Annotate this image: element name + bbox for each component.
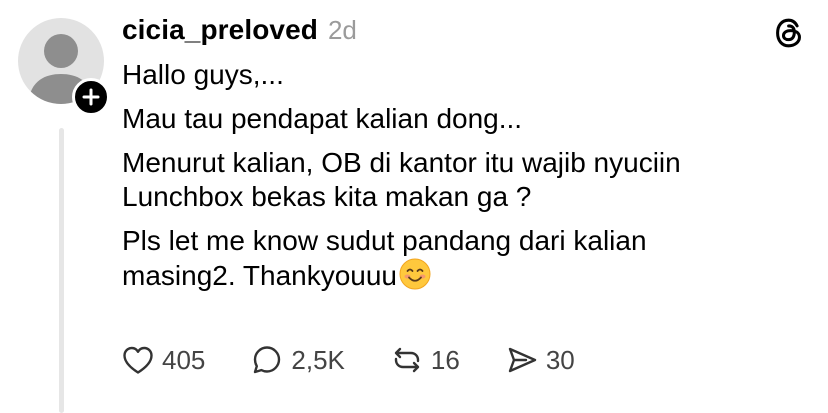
share-count: 30 [545,344,575,375]
post-line: Hallo guys,... [122,59,284,90]
repost-icon [394,347,420,373]
comment-count: 2,5K [291,344,345,375]
post-line: masing2. Thankyouuu [122,260,397,291]
post-body: Hallo guys,... Mau tau pendapat kalian d… [122,58,812,303]
thread-line [59,128,64,413]
share-button[interactable]: 30 [506,344,575,376]
post-actions: 405 2,5K 16 30 [122,342,621,378]
post-line: Pls let me know sudut pandang dari kalia… [122,225,647,256]
like-button[interactable]: 405 [122,345,205,376]
timestamp[interactable]: 2d [328,15,357,46]
post-line: Menurut kalian, OB di kantor itu wajib n… [122,147,681,178]
threads-logo-icon[interactable] [770,14,808,52]
post-line: Lunchbox bekas kita makan ga ? [122,181,532,212]
post-line: Mau tau pendapat kalian dong... [122,103,523,134]
plus-icon [82,88,100,106]
comment-button[interactable]: 2,5K [251,344,345,376]
send-icon [508,347,537,373]
repost-button[interactable]: 16 [391,344,460,376]
username[interactable]: cicia_preloved [122,14,318,46]
heart-icon [123,346,153,374]
follow-button[interactable] [72,78,110,116]
post-line-with-emoji: masing2. Thankyouuu [122,258,812,293]
post-header: cicia_preloved 2d [122,14,357,50]
post-paragraph: Hallo guys,... [122,58,812,92]
post-paragraph: Mau tau pendapat kalian dong... [122,102,812,136]
comment-bubble-icon [254,346,281,374]
smiling-face-emoji [399,258,431,290]
post-paragraph: Menurut kalian, OB di kantor itu wajib n… [122,146,812,214]
post-paragraph: Pls let me know sudut pandang dari kalia… [122,224,812,293]
repost-count: 16 [430,344,460,375]
like-count: 405 [162,344,206,375]
